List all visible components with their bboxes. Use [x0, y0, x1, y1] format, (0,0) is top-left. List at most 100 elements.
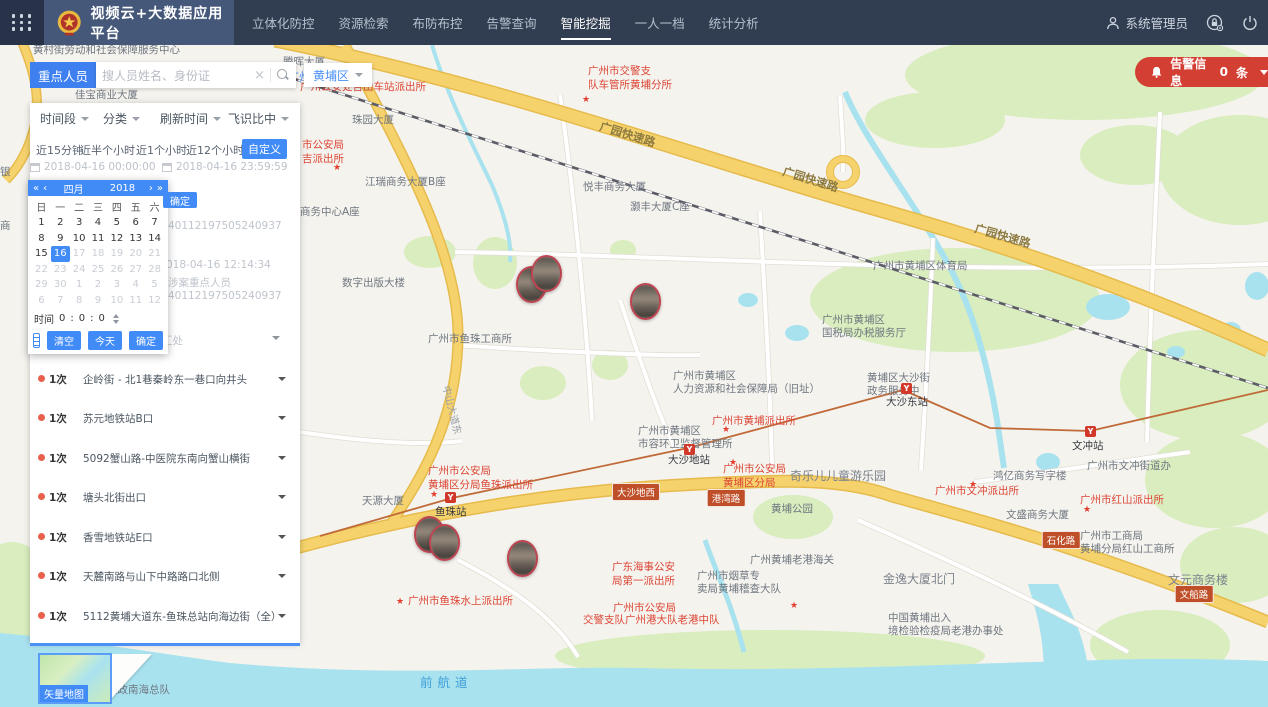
- calendar-day[interactable]: 12: [107, 231, 126, 247]
- prev-month-button[interactable]: ‹: [43, 183, 47, 194]
- calendar-day[interactable]: 13: [126, 231, 145, 247]
- minute-value[interactable]: 0: [79, 313, 85, 324]
- calendar-day[interactable]: 2: [51, 215, 70, 231]
- calendar-day[interactable]: 30: [51, 277, 70, 293]
- filter-dropdown[interactable]: 刷新时间: [160, 110, 221, 127]
- month-label[interactable]: 四月: [51, 181, 96, 196]
- calendar-day[interactable]: 2: [89, 277, 108, 293]
- calendar-day[interactable]: 18: [89, 246, 108, 262]
- app-grid-button[interactable]: [0, 0, 44, 45]
- search-icon[interactable]: [276, 68, 290, 82]
- filter-dropdown[interactable]: 分类: [103, 110, 140, 127]
- quick-time-button[interactable]: 近15分钟: [36, 142, 83, 158]
- capture-location-row[interactable]: 1次 天麓南路与山下中路路口北侧: [30, 567, 300, 587]
- expand-caret-icon[interactable]: [278, 495, 286, 499]
- calendar-day[interactable]: 7: [145, 215, 164, 231]
- expand-caret-icon[interactable]: [278, 377, 286, 381]
- calendar-day[interactable]: 7: [51, 293, 70, 309]
- menu-item[interactable]: 立体化防控: [252, 9, 315, 36]
- calendar-day[interactable]: 16: [51, 246, 70, 262]
- menu-item[interactable]: 告警查询: [487, 9, 537, 36]
- expand-caret-icon[interactable]: [278, 535, 286, 539]
- calendar-day[interactable]: 21: [145, 246, 164, 262]
- calendar-day[interactable]: 6: [126, 215, 145, 231]
- search-input[interactable]: 搜人员姓名、身份证: [102, 67, 249, 84]
- calendar-day[interactable]: 11: [126, 293, 145, 309]
- calendar-day[interactable]: 11: [89, 231, 108, 247]
- clear-button[interactable]: 清空: [47, 331, 81, 350]
- capture-location-row[interactable]: 1次 5092蟹山路-中医院东南向蟹山横街: [30, 449, 300, 469]
- clear-icon[interactable]: ×: [249, 68, 270, 83]
- calendar-day[interactable]: 1: [70, 277, 89, 293]
- year-label[interactable]: 2018: [100, 183, 145, 194]
- calendar-day[interactable]: 17: [70, 246, 89, 262]
- calendar-day[interactable]: 4: [126, 277, 145, 293]
- alert-bar[interactable]: 告警信息 0 条: [1135, 57, 1268, 87]
- next-year-button[interactable]: »: [157, 183, 163, 194]
- security-settings-button[interactable]: [1206, 14, 1224, 32]
- calendar-day[interactable]: 8: [32, 231, 51, 247]
- quick-time-button[interactable]: 近半个小时: [80, 142, 135, 158]
- calendar-confirm-button[interactable]: 确定: [163, 192, 197, 208]
- capture-location-row[interactable]: 1次 5112黄埔大道东-鱼珠总站向海边街（全）: [30, 607, 300, 627]
- menu-item[interactable]: 布防布控: [413, 9, 463, 36]
- calendar-day[interactable]: 24: [70, 262, 89, 278]
- calendar-day[interactable]: 23: [51, 262, 70, 278]
- district-select[interactable]: 黄埔区: [304, 63, 372, 87]
- filter-dropdown[interactable]: 时间段: [40, 110, 89, 127]
- calendar-day[interactable]: 19: [107, 246, 126, 262]
- calendar-day[interactable]: 1: [32, 215, 51, 231]
- quick-time-button[interactable]: 近1个小时: [136, 142, 187, 158]
- person-photo-marker[interactable]: [531, 255, 562, 292]
- calendar-day[interactable]: 10: [70, 231, 89, 247]
- tab-key-persons[interactable]: 重点人员: [30, 62, 96, 88]
- user-menu[interactable]: 系统管理员: [1106, 13, 1188, 32]
- calendar-day[interactable]: 28: [145, 262, 164, 278]
- minimap[interactable]: 矢量地图: [38, 653, 112, 704]
- calendar-day[interactable]: 9: [89, 293, 108, 309]
- calendar-day[interactable]: 3: [70, 215, 89, 231]
- person-photo-marker[interactable]: [630, 283, 661, 320]
- calendar-day[interactable]: 3: [107, 277, 126, 293]
- calendar-day[interactable]: 26: [107, 262, 126, 278]
- expand-caret-icon[interactable]: [278, 574, 286, 578]
- down-arrow-icon[interactable]: [113, 320, 119, 324]
- hour-value[interactable]: 0: [59, 313, 65, 324]
- calendar-day[interactable]: 12: [145, 293, 164, 309]
- quick-time-button[interactable]: 自定义: [242, 139, 287, 159]
- logout-button[interactable]: [1242, 15, 1258, 31]
- calendar-day[interactable]: 22: [32, 262, 51, 278]
- calendar-day[interactable]: 5: [145, 277, 164, 293]
- menu-item[interactable]: 一人一档: [635, 9, 685, 36]
- quick-time-button[interactable]: 近12个小时: [186, 142, 244, 158]
- person-search-box[interactable]: 搜人员姓名、身份证 ×: [96, 62, 296, 88]
- person-photo-marker[interactable]: [429, 524, 460, 561]
- filter-dropdown[interactable]: 飞识比中: [228, 110, 289, 127]
- calendar-day[interactable]: 6: [32, 293, 51, 309]
- calendar-day[interactable]: 20: [126, 246, 145, 262]
- calendar-day[interactable]: 9: [51, 231, 70, 247]
- calendar-day[interactable]: 5: [107, 215, 126, 231]
- expand-caret-icon[interactable]: [278, 614, 286, 618]
- expand-caret-icon[interactable]: [278, 456, 286, 460]
- capture-location-row[interactable]: 1次 香雪地铁站E口: [30, 528, 300, 548]
- calendar-day[interactable]: 8: [70, 293, 89, 309]
- capture-location-row[interactable]: 1次 苏元地铁站B口: [30, 409, 300, 429]
- prev-year-button[interactable]: «: [33, 183, 39, 194]
- time-stepper[interactable]: [113, 314, 119, 324]
- calendar-day[interactable]: 27: [126, 262, 145, 278]
- menu-item[interactable]: 统计分析: [709, 9, 759, 36]
- calendar-day[interactable]: 15: [32, 246, 51, 262]
- person-photo-marker[interactable]: [507, 540, 538, 577]
- next-month-button[interactable]: ›: [149, 183, 153, 194]
- calendar-day[interactable]: 29: [32, 277, 51, 293]
- calendar-view-button[interactable]: [33, 333, 40, 348]
- today-button[interactable]: 今天: [88, 331, 122, 350]
- menu-item[interactable]: 资源检索: [339, 9, 389, 36]
- menu-item[interactable]: 智能挖掘: [561, 9, 611, 36]
- calendar-day[interactable]: 10: [107, 293, 126, 309]
- date-from-field[interactable]: 2018-04-16 00:00:00: [30, 161, 156, 173]
- capture-location-row[interactable]: 1次 塘头北街出口: [30, 488, 300, 508]
- second-value[interactable]: 0: [99, 313, 105, 324]
- calendar-day[interactable]: 14: [145, 231, 164, 247]
